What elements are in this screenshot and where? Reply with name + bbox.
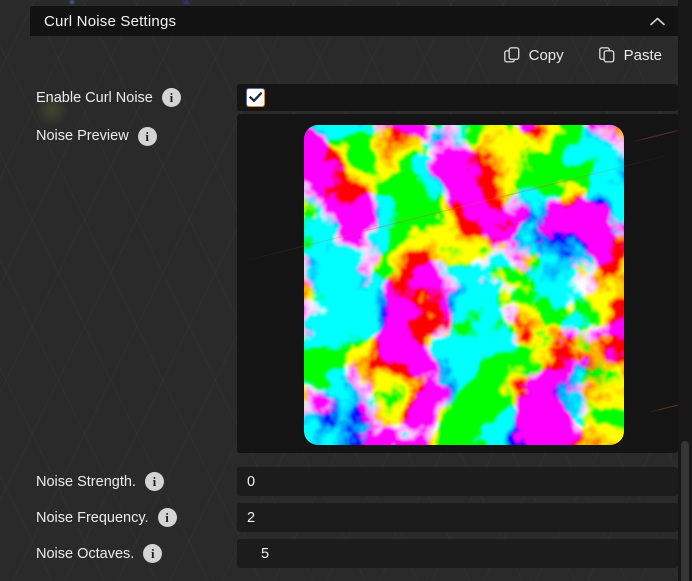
info-icon[interactable]: i [161, 88, 181, 107]
scrollbar-thumb[interactable] [681, 441, 689, 581]
chevron-up-icon [650, 17, 665, 26]
noise-octaves-label-block: Noise Octaves. i [36, 539, 163, 568]
noise-octaves-input[interactable] [237, 539, 678, 568]
noise-octaves-label: Noise Octaves. [36, 545, 135, 562]
copy-paste-toolbar: Copy Paste [0, 44, 670, 66]
paste-button[interactable]: Paste [598, 44, 662, 66]
noise-strength-label: Noise Strength. [36, 473, 136, 490]
enable-curl-noise-label: Enable Curl Noise [36, 89, 153, 106]
noise-frequency-label-block: Noise Frequency. i [36, 503, 177, 532]
noise-strength-label-block: Noise Strength. i [36, 467, 164, 496]
noise-frequency-label: Noise Frequency. [36, 509, 149, 526]
info-icon[interactable]: i [157, 508, 177, 527]
info-icon[interactable]: i [143, 544, 163, 563]
noise-frequency-input[interactable] [237, 503, 678, 532]
copy-button[interactable]: Copy [503, 44, 564, 66]
noise-strength-field [237, 467, 678, 496]
paste-icon [598, 47, 615, 63]
info-icon[interactable]: i [144, 472, 164, 491]
info-icon[interactable]: i [137, 126, 157, 146]
noise-preview-label-block: Noise Preview i [36, 125, 157, 147]
copy-button-label: Copy [528, 46, 564, 64]
enable-curl-noise-checkbox[interactable] [246, 88, 265, 107]
noise-preview-image [304, 125, 624, 445]
noise-octaves-field [237, 539, 678, 568]
section-title: Curl Noise Settings [44, 12, 177, 30]
copy-icon [503, 47, 520, 63]
noise-frequency-field [237, 503, 678, 532]
paste-button-label: Paste [623, 46, 662, 64]
enable-curl-noise-label-block: Enable Curl Noise i [36, 84, 181, 111]
scrollbar-track[interactable] [678, 0, 692, 581]
noise-strength-input[interactable] [237, 467, 678, 496]
curl-noise-settings-panel: Curl Noise Settings Copy Paste Enable Cu… [0, 0, 692, 581]
noise-preview-label: Noise Preview [36, 128, 129, 144]
noise-preview-container [237, 114, 678, 453]
section-header[interactable]: Curl Noise Settings [30, 6, 678, 36]
enable-curl-noise-field [237, 84, 678, 111]
check-icon [249, 92, 262, 103]
